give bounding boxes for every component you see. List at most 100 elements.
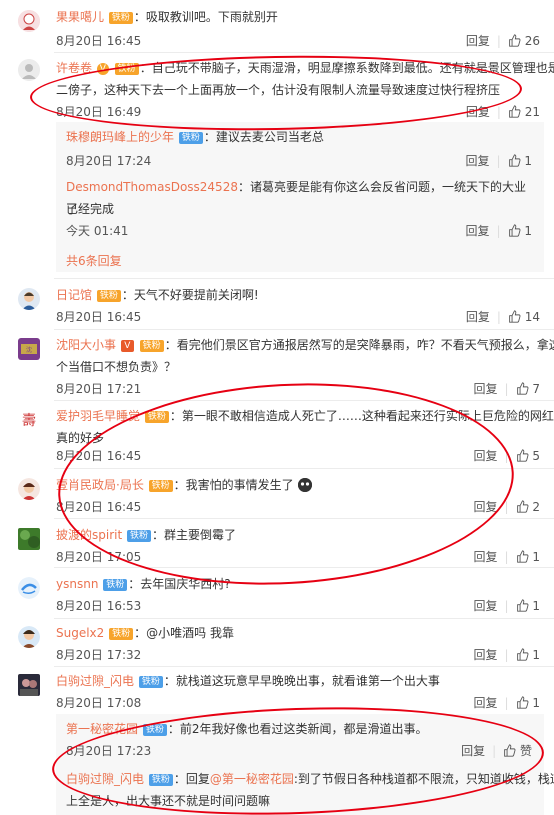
comment-user[interactable]: 爱护羽毛早睡觉	[56, 409, 140, 423]
fan-badge: 铁粉	[138, 676, 163, 688]
reply-button[interactable]: 回复	[473, 447, 497, 464]
like-button[interactable]: 1	[516, 696, 540, 710]
fan-badge: 铁粉	[103, 579, 128, 591]
fan-badge: 铁粉	[109, 628, 134, 640]
fan-badge: 铁粉	[139, 340, 164, 352]
like-count: 7	[532, 381, 540, 396]
like-button[interactable]: 14	[508, 310, 540, 324]
like-button[interactable]: 26	[508, 34, 540, 48]
thumb-up-icon	[509, 104, 521, 118]
comment-time: 8月20日 17:05	[56, 550, 142, 564]
like-count: 21	[524, 104, 540, 119]
like-button[interactable]: 1	[516, 599, 540, 613]
avatar[interactable]	[18, 626, 40, 648]
reply-button[interactable]: 回复	[465, 152, 489, 169]
like-count: 1	[532, 647, 540, 662]
comment-user[interactable]: ysnsnn	[56, 577, 98, 591]
comment-text-line2: 个当借口不想负责》？	[56, 360, 177, 374]
fan-badge: 铁粉	[142, 724, 167, 736]
reply-user[interactable]: 第一秘密花园	[66, 722, 138, 736]
comment-time: 8月20日 16:45	[56, 34, 142, 48]
avatar[interactable]	[18, 59, 40, 81]
like-button[interactable]: 7	[516, 382, 540, 396]
reply-button[interactable]: 回复	[473, 380, 497, 397]
thumb-up-icon	[516, 598, 528, 612]
comment-text: ：看完他们景区官方通报居然写的是突降暴雨，咋？不看天气预报么，拿这	[164, 338, 554, 352]
more-replies-link[interactable]: 共6条回复	[66, 252, 122, 269]
reply-user[interactable]: 白驹过隙_闪电	[66, 772, 144, 786]
avatar[interactable]: 沈	[18, 338, 40, 360]
verified-icon: V	[120, 340, 134, 352]
verified-icon: V	[96, 63, 109, 75]
emoji-icon	[297, 478, 312, 492]
like-count: 5	[532, 448, 540, 463]
comment-user[interactable]: 壹肖民政局·局长	[56, 478, 144, 492]
avatar[interactable]	[18, 10, 40, 32]
reply-button[interactable]: 回复	[473, 548, 497, 565]
reply-button[interactable]: 回复	[473, 694, 497, 711]
avatar[interactable]: 壽	[18, 409, 40, 431]
like-button[interactable]: 赞	[503, 742, 532, 759]
like-button[interactable]: 1	[508, 154, 532, 168]
svg-text:沈: 沈	[26, 346, 32, 354]
reply-text: ：前2年我好像也看过这类新闻，都是滑道出事。	[167, 722, 428, 736]
comment-text: ：我害怕的事情发生了	[173, 478, 294, 492]
reply-user[interactable]: 珠穆朗玛峰上的少年	[66, 130, 174, 144]
like-button[interactable]: 21	[508, 105, 540, 119]
comment-user[interactable]: 许卷卷	[56, 61, 92, 75]
comment-text: ：去年国庆华西村?	[128, 577, 231, 591]
thumb-up-icon	[509, 33, 521, 47]
avatar[interactable]	[18, 478, 40, 500]
avatar[interactable]	[18, 528, 40, 550]
like-button[interactable]: 1	[516, 648, 540, 662]
reply-time: 8月20日 17:23	[66, 744, 152, 758]
fan-badge: 铁粉	[108, 12, 133, 24]
reply-button[interactable]: 回复	[461, 742, 485, 759]
thumb-up-icon	[516, 549, 528, 563]
like-count: 2	[532, 499, 540, 514]
like-button[interactable]: 1	[516, 550, 540, 564]
thumb-up-icon	[516, 695, 528, 709]
fan-badge: 铁粉	[144, 411, 169, 423]
comment-time: 8月20日 16:45	[56, 500, 142, 514]
reply-user[interactable]: DesmondThomasDoss24528	[66, 180, 238, 194]
reply-button[interactable]: 回复	[473, 646, 497, 663]
comment-user[interactable]: Sugelx2	[56, 626, 104, 640]
reply-button[interactable]: 回复	[466, 308, 490, 325]
mention-link[interactable]: @第一秘密花园	[210, 772, 294, 786]
reply-button[interactable]: 回复	[473, 597, 497, 614]
comment-text-line2: 真的好多	[56, 431, 105, 445]
reply-button[interactable]: 回复	[473, 498, 497, 515]
thumb-up-icon	[516, 647, 528, 661]
avatar[interactable]	[18, 577, 40, 599]
reply-button[interactable]: 回复	[465, 222, 489, 239]
comment-time: 8月20日 17:21	[56, 382, 142, 396]
fan-badge: 铁粉	[148, 774, 173, 786]
comment-item: ysnsnn 铁粉 ：去年国庆华西村? 8月20日 16:53 回复 | 1	[0, 571, 554, 616]
comment-user[interactable]: 日记馆	[56, 288, 92, 302]
thumb-up-icon	[516, 499, 528, 513]
fan-badge: 铁粉	[178, 132, 203, 144]
comment-text: ：第一眼不敢相信造成人死亡了……这种看起来还行实际上巨危险的网红设施	[169, 409, 554, 423]
like-count: 1	[532, 549, 540, 564]
comment-user[interactable]: 白驹过隙_闪电	[56, 674, 134, 688]
like-button[interactable]: 5	[516, 449, 540, 463]
fan-badge: 铁粉	[114, 63, 139, 75]
avatar[interactable]	[18, 674, 40, 696]
comment-item: 日记馆 铁粉 ：天气不好要提前关闭啊! 8月20日 16:45 回复 | 14	[0, 282, 554, 327]
reply-button[interactable]: 回复	[466, 103, 490, 120]
like-button[interactable]: 1	[508, 224, 532, 238]
comment-user[interactable]: 沈阳大小事	[56, 338, 116, 352]
comment-user[interactable]: 披渡的spirit	[56, 528, 122, 542]
reply-time: 8月20日 17:24	[66, 154, 152, 168]
comment-text-line2: 二傍子，这种天下去一个上面再放一个，估计没有限制人流量导致速度过快行程挤压	[56, 83, 501, 97]
like-count: 1	[532, 598, 540, 613]
reply-button[interactable]: 回复	[466, 32, 490, 49]
fan-badge: 铁粉	[127, 530, 152, 542]
avatar[interactable]	[18, 288, 40, 310]
like-button[interactable]: 2	[516, 500, 540, 514]
comment-user[interactable]: 果果噶儿	[56, 10, 104, 24]
thumb-up-icon	[509, 309, 521, 323]
reply-text-line2: 了	[66, 202, 79, 216]
comment-item: 披渡的spirit 铁粉 ：群主要倒霉了 8月20日 17:05 回复 | 1	[0, 522, 554, 567]
